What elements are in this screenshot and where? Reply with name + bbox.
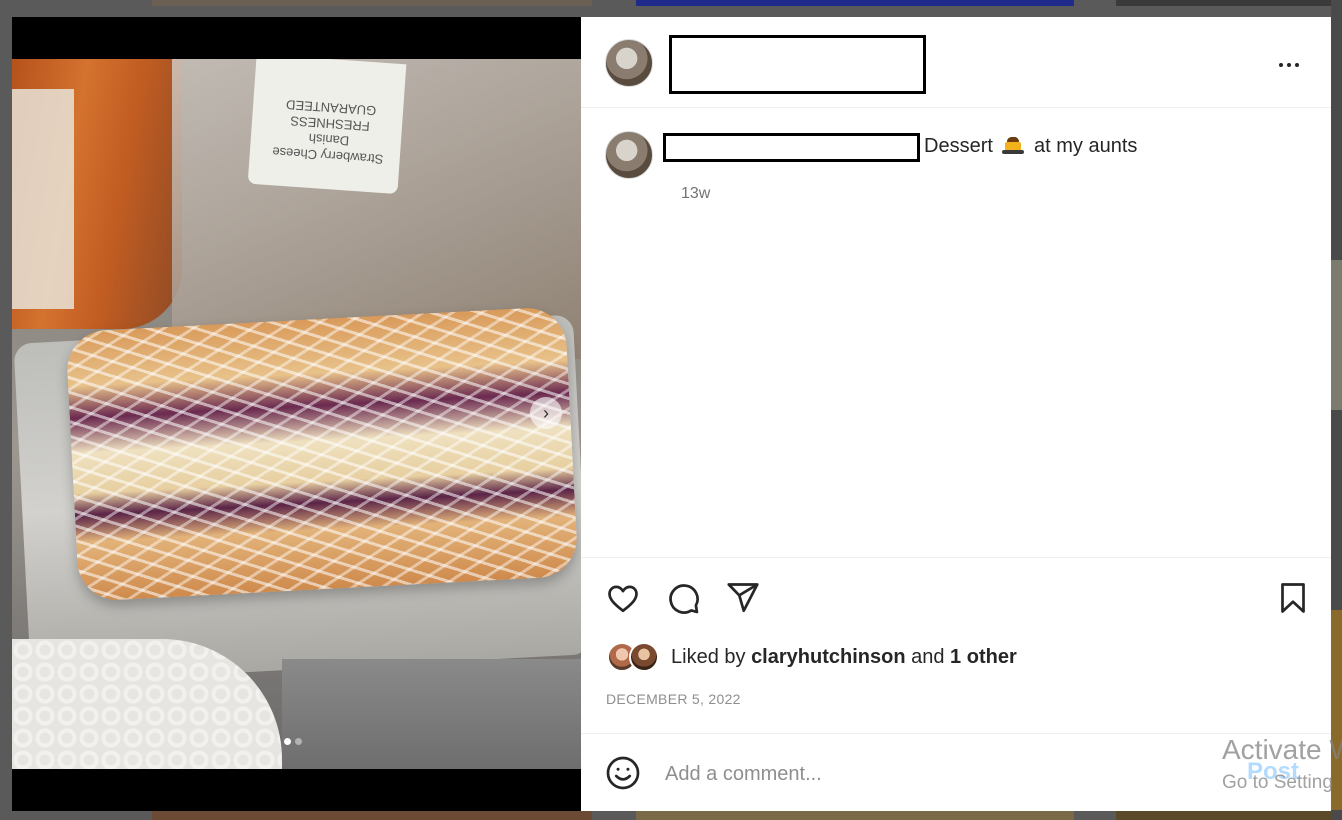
like-button[interactable] bbox=[605, 580, 641, 616]
redacted-username bbox=[669, 35, 926, 94]
feed-thumbnail bbox=[1116, 0, 1342, 6]
paper-plane-icon bbox=[727, 583, 759, 613]
feed-edge bbox=[1331, 0, 1342, 820]
post-media: Strawberry Cheese Danish FRESHNESS GUARA… bbox=[12, 17, 581, 811]
post-photo: Strawberry Cheese Danish FRESHNESS GUARA… bbox=[12, 59, 581, 769]
carousel-dot-active bbox=[284, 738, 291, 745]
likes-text: Liked by claryhutchinson and 1 other bbox=[671, 646, 1017, 669]
carousel-dot bbox=[295, 738, 302, 745]
comment-bar: Post bbox=[581, 733, 1331, 812]
caption-suffix: at my aunts bbox=[1034, 135, 1138, 157]
post-comment-button[interactable]: Post bbox=[1247, 758, 1299, 786]
feed-thumbnail bbox=[636, 811, 1074, 820]
heart-icon bbox=[608, 585, 638, 613]
bookmark-icon bbox=[1281, 583, 1305, 613]
more-options-button[interactable] bbox=[1279, 53, 1303, 76]
more-dot-icon bbox=[1279, 62, 1283, 67]
post-panel: Dessert at my aunts 13w Liked by claryhu… bbox=[581, 17, 1331, 811]
feed-thumbnail bbox=[636, 0, 1074, 6]
likes-others-link[interactable]: 1 other bbox=[950, 646, 1017, 668]
liker-avatar[interactable] bbox=[629, 642, 659, 672]
comment-icon bbox=[669, 584, 699, 614]
share-button[interactable] bbox=[725, 580, 761, 616]
feed-thumbnail bbox=[152, 811, 592, 820]
photo-pastry bbox=[65, 306, 579, 602]
caption-text: Dessert at my aunts bbox=[924, 135, 1137, 158]
caption-main: Dessert bbox=[924, 135, 993, 157]
feed-thumbnail bbox=[152, 0, 592, 6]
post-header bbox=[581, 17, 1331, 108]
likes-prefix: Liked by bbox=[671, 646, 746, 668]
post-modal: Strawberry Cheese Danish FRESHNESS GUARA… bbox=[12, 17, 1331, 811]
caption-author-avatar[interactable] bbox=[605, 131, 653, 179]
author-avatar[interactable] bbox=[605, 39, 653, 87]
photo-carrot-tag bbox=[12, 89, 74, 309]
more-dot-icon bbox=[1295, 62, 1299, 67]
chevron-right-icon: › bbox=[543, 403, 549, 423]
smiley-icon bbox=[606, 756, 640, 790]
feed-thumbnail bbox=[1116, 811, 1342, 820]
photo-product-label: Strawberry Cheese Danish FRESHNESS GUARA… bbox=[247, 59, 407, 195]
post-date[interactable]: DECEMBER 5, 2022 bbox=[606, 691, 741, 707]
likes-conjunction: and bbox=[911, 646, 945, 668]
more-dot-icon bbox=[1287, 62, 1291, 67]
comment-input[interactable] bbox=[665, 758, 1185, 790]
post-actions-area: Liked by claryhutchinson and 1 other DEC… bbox=[581, 557, 1331, 811]
liker-username-link[interactable]: claryhutchinson bbox=[751, 646, 905, 668]
post-time[interactable]: 13w bbox=[681, 185, 710, 203]
product-label-text: Strawberry Cheese Danish FRESHNESS GUARA… bbox=[271, 97, 384, 167]
custard-pudding-icon bbox=[1002, 135, 1025, 155]
comment-button[interactable] bbox=[665, 580, 701, 616]
save-button[interactable] bbox=[1275, 580, 1311, 616]
photo-cloth bbox=[282, 659, 581, 769]
carousel-dots bbox=[284, 738, 302, 745]
likes-row: Liked by claryhutchinson and 1 other bbox=[607, 642, 1307, 672]
carousel-next-button[interactable]: › bbox=[530, 397, 562, 429]
emoji-picker-button[interactable] bbox=[605, 755, 641, 796]
redacted-caption-username bbox=[663, 133, 920, 162]
